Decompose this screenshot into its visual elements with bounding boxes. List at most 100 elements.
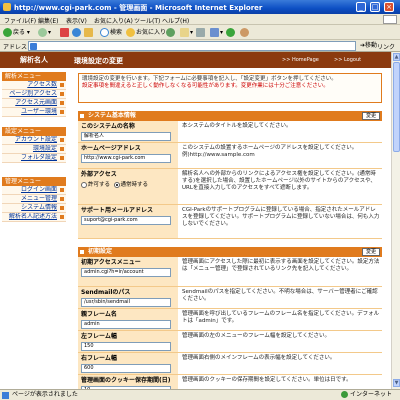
close-button[interactable]: × <box>384 2 394 12</box>
field-label: サポート用メールアドレス <box>81 207 154 214</box>
history-icon <box>166 28 175 37</box>
print-icon <box>196 28 205 37</box>
sidebar-item-environment[interactable]: 環境設定 <box>2 145 66 154</box>
minimize-button[interactable]: _ <box>356 2 366 12</box>
form-row: 外部アクセス 許可する 通常時する 解析名人への外部からのリンクによるアクセス権… <box>78 169 382 205</box>
menu-help[interactable]: ヘルプ(H) <box>162 16 189 25</box>
sidebar-item-how-to[interactable]: 解析名人記述方法 <box>2 213 66 222</box>
print-button[interactable] <box>196 27 206 38</box>
zone-label: インターネット <box>349 391 392 398</box>
research-button[interactable] <box>240 27 250 38</box>
go-button[interactable]: ➔移動 <box>360 41 377 51</box>
sidebar-item-folder[interactable]: フォルダ設定 <box>2 154 66 163</box>
field-label-cell: ホームページアドレス http://www.cgi-park.com <box>78 143 178 168</box>
field-description: 管理画面にアクセスした際に最初に表示する画面を設定してください。設定方法は「メニ… <box>182 259 380 272</box>
field-description: 本システムのタイトルを設定してください。 <box>182 123 292 129</box>
radio-allow-label: 許可する <box>88 182 111 188</box>
field-description: 管理画面を呼び出しているフレームのフレーム名を指定してください。デフォルトは「a… <box>182 311 380 324</box>
forward-arrow-icon <box>38 28 47 37</box>
edit-icon <box>210 28 219 37</box>
refresh-button[interactable] <box>72 27 82 38</box>
field-description: このシステムの設置するホームページのアドレスを設定してください。例)http:/… <box>182 145 358 158</box>
search-button[interactable]: 検索 <box>100 27 122 38</box>
sidebar-item-referrer[interactable]: アクセス元画面 <box>2 99 66 108</box>
logout-link[interactable]: >> Logout <box>334 57 361 63</box>
back-label: 戻る <box>13 29 26 36</box>
left-frame-width-input[interactable]: 150 <box>81 342 171 351</box>
form-row: ホームページアドレス http://www.cgi-park.com このシステ… <box>78 143 382 169</box>
right-frame-width-input[interactable]: 600 <box>81 364 171 373</box>
links-button[interactable]: リンク <box>377 42 395 51</box>
sidebar-item-login[interactable]: ログイン画面 <box>2 186 66 195</box>
scroll-up-arrow-icon[interactable]: ▲ <box>393 53 400 61</box>
back-arrow-icon <box>3 28 12 37</box>
sidebar-item-account[interactable]: アカウント設定 <box>2 136 66 145</box>
menu-edit[interactable]: 編集(E) <box>38 16 58 25</box>
section-system-info: システム基本情報 変更 このシステムの名称 解析名人 本システムのタイトルを設定… <box>78 111 382 239</box>
messenger-button[interactable] <box>226 27 236 38</box>
radio-block-label: 通常時する <box>120 182 149 188</box>
sidebar-item-page-access[interactable]: ページ別アクセス <box>2 90 66 99</box>
field-label-cell: 左フレーム幅 150 <box>78 331 178 352</box>
form-row: 初期アクセスメニュー admin.cgi?h=ir/account 管理画面にア… <box>78 257 382 287</box>
sidebar-item-system-info[interactable]: システム情報 <box>2 204 66 213</box>
section-initial-settings: 初期設定 変更 初期アクセスメニュー admin.cgi?h=ir/accoun… <box>78 247 382 389</box>
forward-button[interactable]: ▾ <box>38 27 51 38</box>
vertical-scrollbar[interactable]: ▲ ▼ <box>391 52 400 389</box>
warning-text: 設定事項を間違えると正しく動作しなくなる可能性があります。変更作業には十分ご注意… <box>82 83 329 89</box>
sidebar-group-title: 解析メニュー <box>2 72 66 81</box>
menu-view[interactable]: 表示(V) <box>66 16 87 25</box>
back-button[interactable]: 戻る ▾ <box>3 27 30 38</box>
stop-button[interactable] <box>60 27 70 38</box>
field-description: 管理画面の左のメニューのフレーム幅を設定してください。 <box>182 333 331 339</box>
menu-file[interactable]: ファイル(F) <box>4 16 36 25</box>
address-bar: アドレス ➔移動 リンク <box>0 40 400 52</box>
windows-logo-icon <box>383 15 397 24</box>
sidebar-item-user-env[interactable]: ユーザー環境 <box>2 108 66 117</box>
menu-tools[interactable]: ツール(T) <box>134 16 160 25</box>
support-email-input[interactable]: suport@cgi-park.com <box>81 216 171 225</box>
mail-button[interactable]: ▾ <box>180 27 193 38</box>
form-row: 左フレーム幅 150 管理画面の左のメニューのフレーム幅を設定してください。 <box>78 331 382 353</box>
form-row: 管理画面のクッキー保存期間(日) 10 管理画面のクッキーの保存期間を設定してく… <box>78 375 382 389</box>
page-title: 環境設定の変更 <box>74 57 123 65</box>
address-input[interactable] <box>28 41 356 51</box>
radio-allow[interactable] <box>81 181 87 188</box>
section-title: システム基本情報 <box>88 112 136 119</box>
section-header: システム基本情報 変更 <box>78 111 382 121</box>
scroll-down-arrow-icon[interactable]: ▼ <box>393 379 400 387</box>
history-button[interactable] <box>166 27 176 38</box>
field-label: ホームページアドレス <box>81 145 141 152</box>
external-access-radios: 許可する 通常時する <box>81 180 175 188</box>
section-bullet-icon <box>80 250 84 254</box>
radio-block[interactable] <box>113 181 120 188</box>
sidebar-item-menu-manage[interactable]: メニュー管理 <box>2 195 66 204</box>
homepage-link[interactable]: >> HomePage <box>282 57 319 63</box>
field-label: 管理画面のクッキー保存期間(日) <box>81 377 171 384</box>
homepage-url-input[interactable]: http://www.cgi-park.com <box>81 154 171 163</box>
change-button[interactable]: 変更 <box>361 112 380 120</box>
scrollbar-thumb[interactable] <box>393 62 400 152</box>
field-label-cell: Sendmailのパス /usr/sbin/sendmail <box>78 287 178 308</box>
sidebar-item-access-count[interactable]: アクセス数 <box>2 81 66 90</box>
home-button[interactable] <box>84 27 94 38</box>
change-button[interactable]: 変更 <box>361 248 380 256</box>
security-zone: インターネット <box>340 390 392 400</box>
main-header: 環境設定の変更 >> HomePage >> Logout <box>68 52 391 68</box>
notice-text: 環境設定の変更を行います。下記フォームに必要事項を記入し、「設定変更」ボタンを押… <box>82 76 337 82</box>
status-text: ページが表示されました <box>12 391 78 398</box>
form-row: 右フレーム幅 600 管理画面右側のメインフレームの表示幅を設定してください。 <box>78 353 382 375</box>
field-description: CGI-Parkのサポートプログラムに登録している場合、指定されたメールアドレス… <box>182 207 380 227</box>
sidebar: 解析名人 解析メニュー アクセス数 ページ別アクセス アクセス元画面 ユーザー環… <box>0 52 68 389</box>
maximize-button[interactable]: □ <box>370 2 380 12</box>
parent-frame-input[interactable]: admin <box>81 320 171 329</box>
field-label-cell: 初期アクセスメニュー admin.cgi?h=ir/account <box>78 257 178 286</box>
favorites-label: お気に入り <box>136 29 167 36</box>
sendmail-path-input[interactable]: /usr/sbin/sendmail <box>81 298 171 307</box>
edit-button[interactable]: ▾ <box>210 27 223 38</box>
initial-menu-input[interactable]: admin.cgi?h=ir/account <box>81 268 171 277</box>
system-name-input[interactable]: 解析名人 <box>81 132 171 141</box>
menu-favorites[interactable]: お気に入り(A) <box>94 16 133 25</box>
page-icon <box>2 392 9 399</box>
favorites-button[interactable]: お気に入り <box>126 27 166 38</box>
